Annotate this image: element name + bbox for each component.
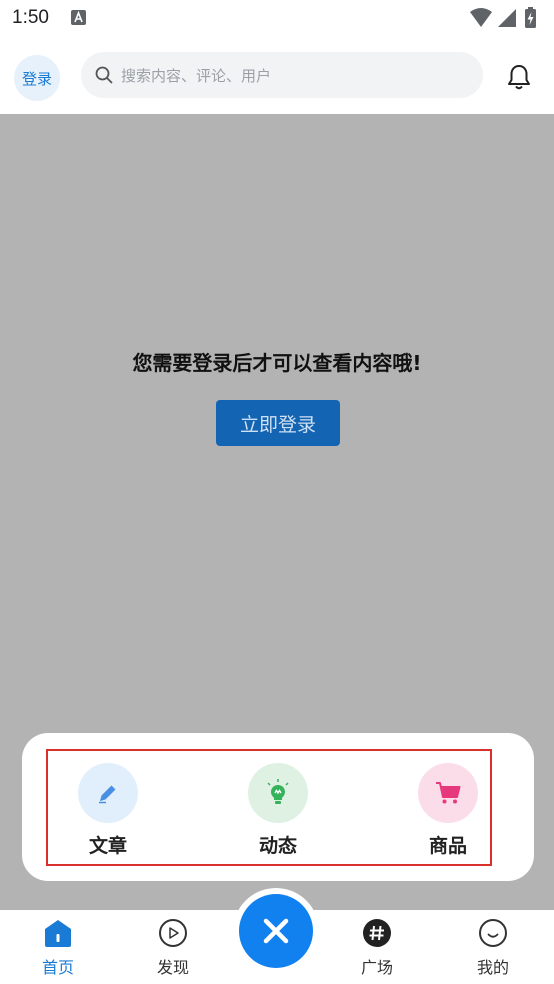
- wifi-icon: [470, 8, 492, 27]
- play-circle-icon: [159, 919, 187, 947]
- signal-icon: [498, 9, 516, 27]
- battery-icon: [525, 7, 536, 28]
- publish-post-label: 动态: [258, 835, 297, 857]
- status-bar: 1:50: [0, 0, 554, 38]
- nav-item-square[interactable]: 广场: [337, 918, 417, 980]
- publish-article-button[interactable]: 文章: [76, 763, 140, 863]
- search-icon: [95, 66, 113, 84]
- product-icon-circle: [418, 763, 478, 823]
- article-icon-circle: [78, 763, 138, 823]
- nav-label-square: 广场: [360, 958, 393, 977]
- publish-article-label: 文章: [88, 835, 127, 857]
- publish-product-button[interactable]: 商品: [416, 763, 480, 863]
- nav-item-discover[interactable]: 发现: [133, 918, 213, 980]
- smile-icon: [479, 919, 507, 947]
- status-time: 1:50: [12, 7, 49, 28]
- notification-app-icon: [71, 10, 86, 25]
- nav-label-discover: 发现: [156, 958, 189, 977]
- nav-label-mine: 我的: [476, 958, 509, 977]
- publish-popup: 文章 动态 商品: [22, 733, 534, 881]
- nav-item-home[interactable]: 首页: [18, 918, 98, 980]
- publish-post-button[interactable]: 动态: [246, 763, 310, 863]
- status-icons: [470, 7, 536, 28]
- login-avatar-label: 登录: [21, 69, 52, 88]
- login-now-button[interactable]: 立即登录: [216, 400, 340, 446]
- login-required-message: 您需要登录后才可以查看内容哦!: [132, 351, 422, 375]
- pencil-icon: [99, 785, 116, 804]
- cart-icon: [436, 782, 461, 804]
- hashtag-icon: [363, 919, 391, 947]
- publish-product-label: 商品: [428, 835, 467, 857]
- close-publish-button[interactable]: [239, 894, 313, 968]
- bell-icon[interactable]: [506, 63, 532, 91]
- nav-item-mine[interactable]: 我的: [453, 918, 533, 980]
- top-header: 登录 搜索内容、评论、用户: [0, 38, 554, 114]
- post-icon-circle: [248, 763, 308, 823]
- lightbulb-icon: [267, 779, 289, 804]
- close-icon: [263, 918, 289, 944]
- home-icon: [45, 920, 71, 947]
- search-bar[interactable]: 搜索内容、评论、用户: [81, 52, 483, 98]
- search-placeholder: 搜索内容、评论、用户: [121, 67, 272, 85]
- nav-label-home: 首页: [41, 958, 74, 977]
- login-avatar-button[interactable]: 登录: [14, 55, 60, 101]
